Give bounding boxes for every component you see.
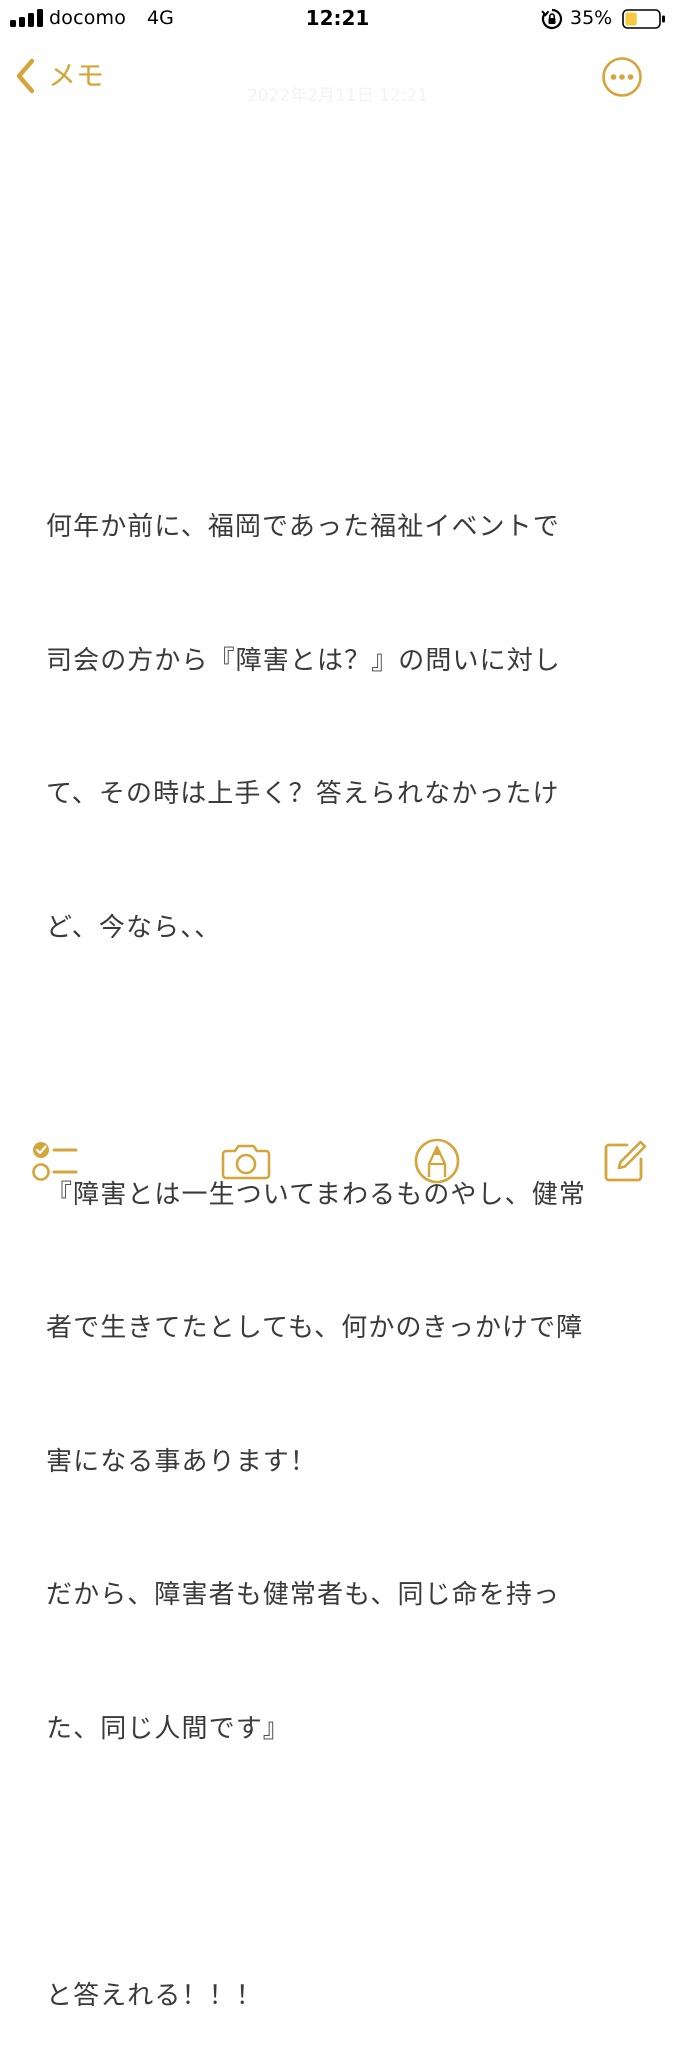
markup-icon[interactable] xyxy=(412,1136,462,1186)
rotation-lock-icon xyxy=(541,8,563,30)
note-line: と答えれる！！！ xyxy=(46,1980,263,2011)
note-line: 害になる事あります！ xyxy=(46,1446,318,1477)
note-line: だから、障害者も健常者も、同じ命を持っ xyxy=(46,1580,561,1610)
checklist-icon[interactable] xyxy=(28,1136,78,1186)
note-line xyxy=(46,1039,636,1084)
camera-icon[interactable] xyxy=(221,1136,271,1186)
status-bar: docomo 4G 12:21 35% xyxy=(0,0,675,40)
note-line: 司会の方から『障害とは？』の問いに対し xyxy=(46,645,561,676)
note-line: 何年か前に、福岡であった福祉イベントで xyxy=(46,512,560,542)
note-line: 者で生きてたとしても、何かのきっかけで障 xyxy=(46,1313,584,1343)
note-line xyxy=(46,1840,636,1885)
note-line: て、その時は上手く？答えられなかったけ xyxy=(46,779,560,809)
battery-percent: 35% xyxy=(570,7,613,29)
note-line: た、同じ人間です』 xyxy=(46,1713,290,1744)
more-icon[interactable] xyxy=(601,56,643,98)
note-text-area[interactable]: 何年か前に、福岡であった福祉イベントで 司会の方から『障害とは？』の問いに対し … xyxy=(46,416,636,2063)
note-line: 『障害とは一生ついてまわるものやし、健常 xyxy=(46,1179,586,1210)
note-line: ど、今なら、、 xyxy=(46,912,222,943)
compose-icon[interactable] xyxy=(600,1136,650,1186)
battery-icon xyxy=(622,9,665,29)
note-date: 2022年2月11日 12:21 xyxy=(246,86,429,106)
